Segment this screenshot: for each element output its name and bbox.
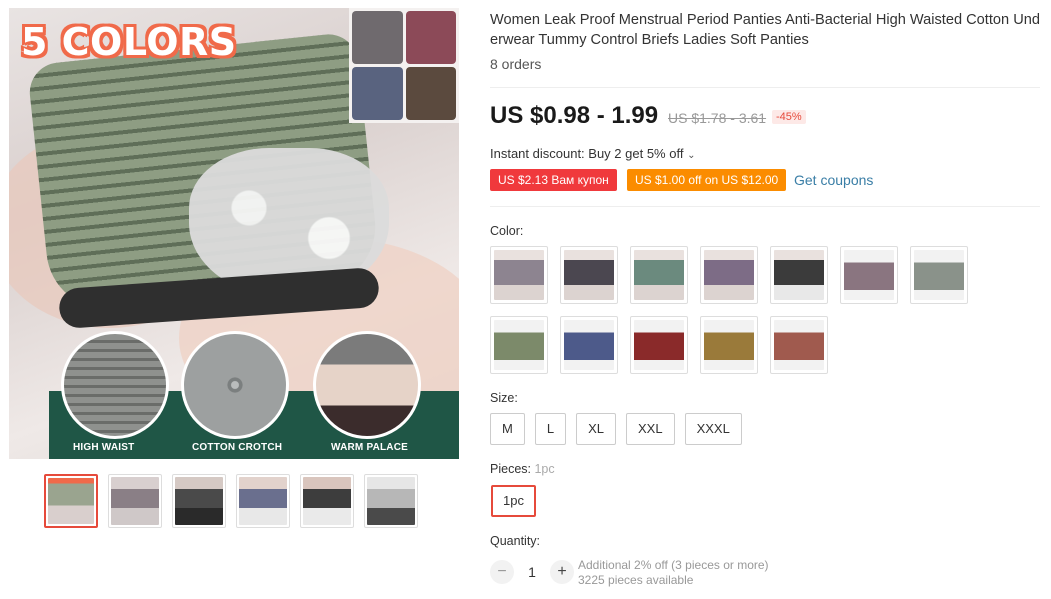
color-swatch[interactable]	[630, 246, 688, 304]
pieces-label: Pieces: 1pc	[490, 462, 555, 476]
color-swatch[interactable]	[560, 316, 618, 374]
colors-badge: 5 COLORS	[21, 20, 237, 64]
color-swatch[interactable]	[490, 316, 548, 374]
quantity-stepper: − 1 +	[490, 560, 574, 584]
product-title: Women Leak Proof Menstrual Period Pantie…	[490, 12, 1040, 48]
thumbnail-3[interactable]	[172, 474, 226, 528]
size-label: Size:	[490, 391, 518, 405]
thumbnail-5[interactable]	[300, 474, 354, 528]
pieces-label-text: Pieces:	[490, 462, 531, 476]
stock-available: 3225 pieces available	[578, 573, 694, 587]
size-option-xxl[interactable]: XXL	[625, 413, 675, 445]
swatch-image	[704, 320, 754, 370]
size-option-m[interactable]: M	[490, 413, 525, 445]
color-swatch[interactable]	[490, 246, 548, 304]
instant-discount[interactable]: Instant discount: Buy 2 get 5% off ⌄	[490, 146, 695, 161]
thumbnail-2[interactable]	[108, 474, 162, 528]
swatch-image	[634, 320, 684, 370]
pieces-option-1pc[interactable]: 1pc	[491, 485, 536, 517]
feature-label-1: HIGH WAIST	[73, 442, 135, 453]
quantity-increase-button[interactable]: +	[550, 560, 574, 584]
swatch-image	[774, 320, 824, 370]
feature-label-3: WARM PALACE	[331, 442, 409, 453]
thumbnail-4[interactable]	[236, 474, 290, 528]
thumbnail-6[interactable]	[364, 474, 418, 528]
divider	[490, 206, 1040, 207]
swatch-image	[564, 320, 614, 370]
image-color-inset	[349, 8, 459, 123]
thumbnail-1[interactable]	[44, 474, 98, 528]
swatch-image	[844, 250, 894, 300]
quantity-decrease-button[interactable]: −	[490, 560, 514, 584]
color-swatch[interactable]	[910, 246, 968, 304]
coupon-badge-red[interactable]: US $2.13 Вам купон	[490, 169, 617, 191]
feature-circle-warm-palace	[313, 331, 421, 439]
color-swatch[interactable]	[560, 246, 618, 304]
price: US $0.98 - 1.99	[490, 102, 659, 129]
divider	[490, 87, 1040, 88]
color-swatch[interactable]	[700, 246, 758, 304]
size-option-l[interactable]: L	[534, 413, 567, 445]
bulk-discount-note: Additional 2% off (3 pieces or more)	[578, 558, 769, 572]
swatch-image	[634, 250, 684, 300]
size-option-xxxl[interactable]: XXXL	[684, 413, 742, 445]
swatch-image	[564, 250, 614, 300]
color-swatch[interactable]	[770, 316, 828, 374]
feature-circle-cotton-crotch	[181, 331, 289, 439]
coupon-badge-orange[interactable]: US $1.00 off on US $12.00	[627, 169, 787, 191]
pieces-selected-hint: 1pc	[534, 462, 555, 476]
color-swatch[interactable]	[840, 246, 898, 304]
quantity-note: Additional 2% off (3 pieces or more) 322…	[578, 558, 769, 588]
orders-count: 8 orders	[490, 56, 542, 72]
color-swatch[interactable]	[630, 316, 688, 374]
chevron-down-icon: ⌄	[687, 150, 696, 161]
quantity-value[interactable]: 1	[514, 564, 550, 580]
thumbnail-strip	[44, 474, 418, 528]
get-coupons-link[interactable]: Get coupons	[794, 172, 873, 188]
size-option-xl[interactable]: XL	[576, 413, 616, 445]
original-price: US $1.78 - 3.61	[668, 110, 767, 126]
swatch-image	[774, 250, 824, 300]
swatch-image	[494, 250, 544, 300]
swatch-image	[494, 320, 544, 370]
swatch-image	[704, 250, 754, 300]
size-options: M L XL XXL XXXL	[490, 413, 742, 445]
quantity-label: Quantity:	[490, 534, 541, 548]
main-product-image[interactable]: 5 COLORS HIGH WAIST COTTON CROTCH WARM P…	[9, 8, 459, 459]
color-label: Color:	[490, 224, 524, 238]
feature-circle-high-waist	[61, 331, 169, 439]
color-swatch[interactable]	[770, 246, 828, 304]
swatch-image	[914, 250, 964, 300]
discount-badge: -45%	[772, 110, 806, 124]
instant-discount-text: Instant discount: Buy 2 get 5% off	[490, 146, 684, 161]
color-swatch[interactable]	[700, 316, 758, 374]
feature-label-2: COTTON CROTCH	[192, 442, 283, 453]
